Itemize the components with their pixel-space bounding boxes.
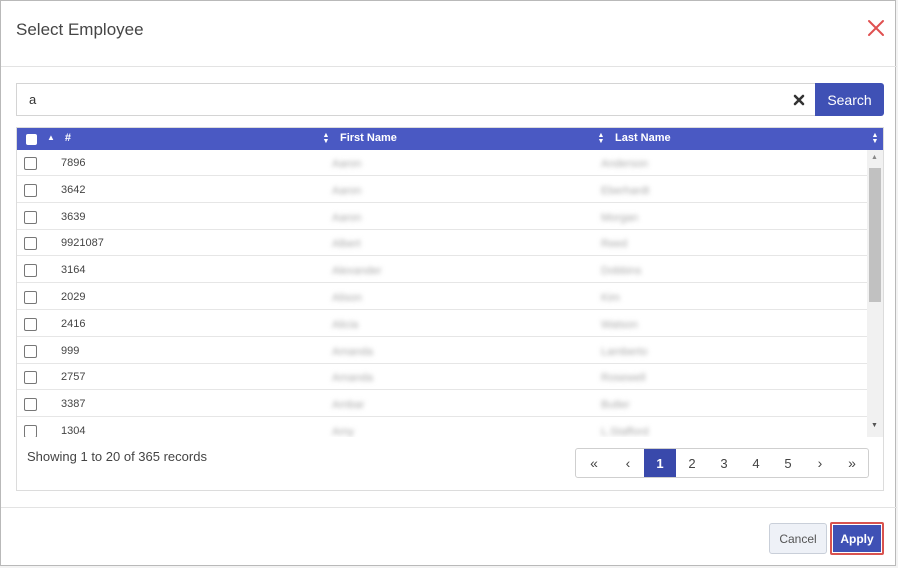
table-row[interactable]: 2757 Amanda Rosewell <box>17 364 867 391</box>
last-name: Kim <box>601 292 620 304</box>
employee-number: 3387 <box>61 398 86 411</box>
employee-number: 3164 <box>61 264 86 277</box>
select-employee-dialog: Select Employee Search ▲# ▲▼ First Name … <box>0 0 897 566</box>
row-checkbox[interactable] <box>24 317 37 331</box>
table-header: ▲ # ▲ ▼ First Name ▲ ▼ Last Name ▲ ▼ <box>17 128 883 150</box>
sort-icon[interactable]: ▲ ▼ <box>322 132 330 145</box>
first-name: Aaron <box>332 211 362 224</box>
first-name: Alexander <box>332 265 382 278</box>
column-header-first-name[interactable]: First Name <box>340 132 397 144</box>
footer-divider <box>1 507 897 508</box>
page-button-3[interactable]: 3 <box>708 449 740 477</box>
search-input[interactable] <box>16 83 816 116</box>
first-name: Alicia <box>332 318 359 331</box>
first-name: Aaron <box>332 184 362 197</box>
first-name: Aaron <box>332 158 362 170</box>
scroll-down-arrow-icon[interactable]: ▼ <box>871 422 878 429</box>
search-button[interactable]: Search <box>815 83 884 116</box>
row-checkbox[interactable] <box>24 425 37 437</box>
search-bar: Search <box>16 83 884 116</box>
select-all-checkbox[interactable] <box>26 134 37 145</box>
records-info: Showing 1 to 20 of 365 records <box>27 449 207 464</box>
employee-table: ▲ # ▲ ▼ First Name ▲ ▼ Last Name ▲ ▼ 7896 Aa… <box>16 127 884 491</box>
last-name: L.Stafford <box>601 426 649 437</box>
row-checkbox[interactable] <box>24 237 37 251</box>
last-name: Rosewell <box>601 372 646 385</box>
first-page-icon[interactable]: « <box>576 449 612 477</box>
last-name: Reed <box>601 238 628 251</box>
dialog-title: Select Employee <box>16 20 144 39</box>
clear-x-icon[interactable] <box>791 92 807 108</box>
last-name: Anderson <box>601 158 649 170</box>
dialog-header: Select Employee <box>1 1 897 67</box>
employee-number: 3642 <box>61 183 86 196</box>
page-button-5[interactable]: 5 <box>772 449 804 477</box>
table-row[interactable]: 9921087 Albert Reed <box>17 230 867 257</box>
employee-number: 2029 <box>61 291 86 303</box>
last-name: Butler <box>601 399 630 412</box>
employee-number: 7896 <box>61 157 86 169</box>
pagination: « ‹ 1 2 3 4 5 › » <box>575 448 869 478</box>
sort-asc-icon: ▲ <box>47 133 55 142</box>
last-name: Morgan <box>601 211 639 224</box>
table-row[interactable]: 999 Amanda Lamberto <box>17 338 867 364</box>
row-checkbox[interactable] <box>24 291 37 304</box>
last-name: Eberhardt <box>601 184 650 197</box>
sort-icon[interactable]: ▲ ▼ <box>597 132 605 145</box>
close-icon[interactable] <box>863 15 889 41</box>
table-scrollbar[interactable]: ▲ ▼ <box>867 150 883 437</box>
page-button-2[interactable]: 2 <box>676 449 708 477</box>
employee-number: 999 <box>61 344 80 357</box>
last-name: Watson <box>601 318 638 331</box>
next-page-icon[interactable]: › <box>804 449 836 477</box>
column-header-last-name[interactable]: Last Name <box>615 132 671 144</box>
table-row[interactable]: 3387 Ambar Butler <box>17 391 867 418</box>
row-checkbox[interactable] <box>24 264 37 278</box>
row-checkbox[interactable] <box>24 371 37 385</box>
previous-page-icon[interactable]: ‹ <box>612 449 644 477</box>
first-name: Alison <box>332 292 362 304</box>
first-name: Amanda <box>332 345 373 358</box>
table-row[interactable]: 3642 Aaron Eberhardt <box>17 177 867 203</box>
page-button-4[interactable]: 4 <box>740 449 772 477</box>
last-page-icon[interactable]: » <box>836 449 868 477</box>
employee-number: 2416 <box>61 317 86 330</box>
table-body: 7896 Aaron Anderson 3642 Aaron Eberhardt… <box>17 150 867 437</box>
table-row[interactable]: 3164 Alexander Dobbins <box>17 257 867 284</box>
row-checkbox[interactable] <box>24 183 37 197</box>
cancel-button[interactable]: Cancel <box>769 523 827 554</box>
last-name: Lamberto <box>601 345 648 358</box>
first-name: Albert <box>332 238 361 251</box>
first-name: Amanda <box>332 372 373 385</box>
column-header-number[interactable]: ▲ # <box>47 132 71 144</box>
table-row[interactable]: 1304 Amy L.Stafford <box>17 418 867 437</box>
first-name: Ambar <box>332 399 365 412</box>
table-row[interactable]: 2416 Alicia Watson <box>17 311 867 337</box>
row-checkbox[interactable] <box>24 157 37 170</box>
page-button-1[interactable]: 1 <box>644 449 676 477</box>
last-name: Dobbins <box>601 265 642 278</box>
row-checkbox[interactable] <box>24 398 37 412</box>
employee-number: 2757 <box>61 371 86 384</box>
scroll-up-arrow-icon[interactable]: ▲ <box>871 154 878 161</box>
table-row[interactable]: 3639 Aaron Morgan <box>17 204 867 230</box>
employee-number: 9921087 <box>61 237 104 250</box>
row-checkbox[interactable] <box>24 344 37 358</box>
row-checkbox[interactable] <box>24 210 37 224</box>
table-row[interactable]: 2029 Alison Kim <box>17 284 867 310</box>
first-name: Amy <box>332 426 354 437</box>
apply-button[interactable]: Apply <box>830 522 884 555</box>
employee-number: 1304 <box>61 425 86 437</box>
table-row[interactable]: 7896 Aaron Anderson <box>17 150 867 176</box>
employee-number: 3639 <box>61 210 86 223</box>
scroll-thumb[interactable] <box>869 168 881 302</box>
sort-icon[interactable]: ▲ ▼ <box>871 132 879 145</box>
